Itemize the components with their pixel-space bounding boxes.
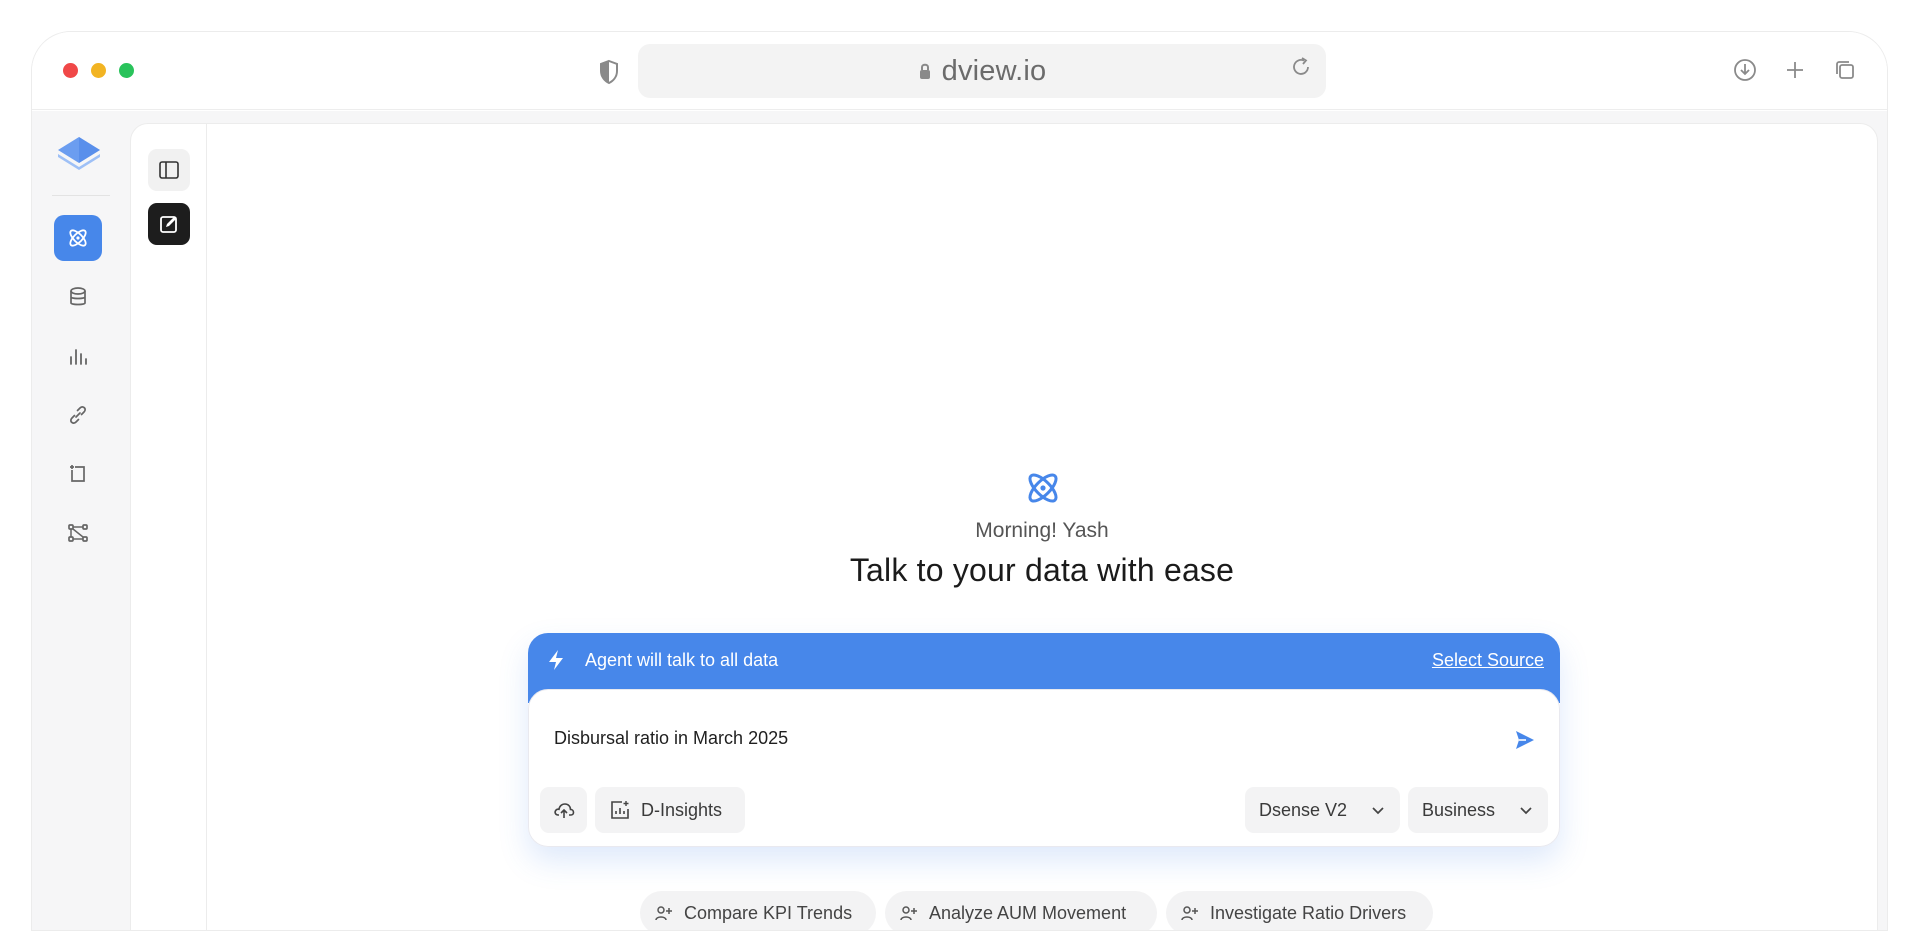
edit-icon [160,216,177,233]
lightning-icon [549,650,563,670]
main-workspace: Morning! Yash Talk to your data with eas… [130,123,1878,930]
flow-icon [68,524,88,542]
new-tab-icon[interactable] [1783,58,1807,82]
url-text: dview.io [941,54,1047,87]
download-icon[interactable] [1733,58,1757,82]
mode-select[interactable]: Business [1408,787,1548,833]
upload-button[interactable] [540,787,587,833]
composer-body: Disbursal ratio in March 2025 D-Insights… [528,689,1560,847]
note-icon [70,465,85,482]
app-logo [58,137,100,170]
app-content: Morning! Yash Talk to your data with eas… [32,111,1887,930]
maximize-window-button[interactable] [119,63,134,78]
browser-toolbar: dview.io [32,32,1887,110]
shield-icon[interactable] [598,59,620,85]
rail-item-links[interactable] [54,392,102,438]
sparkle-people-icon [900,906,917,921]
toggle-sidebar-button[interactable] [148,149,190,191]
rail-divider [52,195,110,196]
sidebar-toggle-icon [159,161,179,179]
model-select-value: Dsense V2 [1259,799,1348,820]
link-icon [70,406,86,424]
icon-rail [32,111,130,930]
agent-scope-text: Agent will talk to all data [585,650,779,670]
side-panel [131,124,207,930]
send-icon[interactable] [1513,728,1537,752]
greeting-text: Morning! Yash [975,519,1109,542]
mode-select-value: Business [1422,799,1496,820]
bar-chart-icon [70,349,87,365]
tabs-overview-icon[interactable] [1833,58,1857,82]
select-source-link[interactable]: Select Source [1432,650,1544,671]
window-controls [63,63,134,78]
insights-icon [611,801,629,819]
suggestion-chip[interactable]: Compare KPI Trends [640,891,876,930]
sparkle-people-icon [1181,906,1198,921]
chevron-down-icon [1372,807,1384,815]
reload-icon[interactable] [1290,56,1312,78]
cloud-upload-icon [553,803,574,818]
lock-icon [919,63,930,79]
suggestion-chip[interactable]: Analyze AUM Movement [885,891,1157,930]
rail-item-workflow[interactable] [54,510,102,556]
page-title: Talk to your data with ease [849,552,1235,588]
browser-window: dview.io Morning! Yash Talk to your data… [31,31,1888,931]
suggestion-chip[interactable]: Investigate Ratio Drivers [1166,891,1433,930]
query-input[interactable]: Disbursal ratio in March 2025 [554,728,788,749]
rail-item-agent[interactable] [54,215,102,261]
suggestion-label: Compare KPI Trends [684,902,853,923]
toolbar-actions [1733,58,1857,82]
new-chat-button[interactable] [148,203,190,245]
atom-icon [1028,473,1058,503]
model-select[interactable]: Dsense V2 [1245,787,1400,833]
sparkle-people-icon [655,906,672,921]
chat-composer: Agent will talk to all data Select Sourc… [528,633,1560,847]
address-bar[interactable]: dview.io [638,44,1326,98]
suggestion-label: Investigate Ratio Drivers [1210,902,1407,923]
suggestion-label: Analyze AUM Movement [929,902,1127,923]
chevron-down-icon [1520,807,1532,815]
atom-icon [69,229,87,247]
d-insights-label: D-Insights [641,799,723,820]
close-window-button[interactable] [63,63,78,78]
rail-item-notes[interactable] [54,451,102,497]
chat-area: Morning! Yash Talk to your data with eas… [207,124,1877,930]
rail-item-charts[interactable] [54,333,102,379]
minimize-window-button[interactable] [91,63,106,78]
rail-item-data[interactable] [54,274,102,320]
d-insights-button[interactable]: D-Insights [595,787,745,833]
database-icon [70,287,86,306]
